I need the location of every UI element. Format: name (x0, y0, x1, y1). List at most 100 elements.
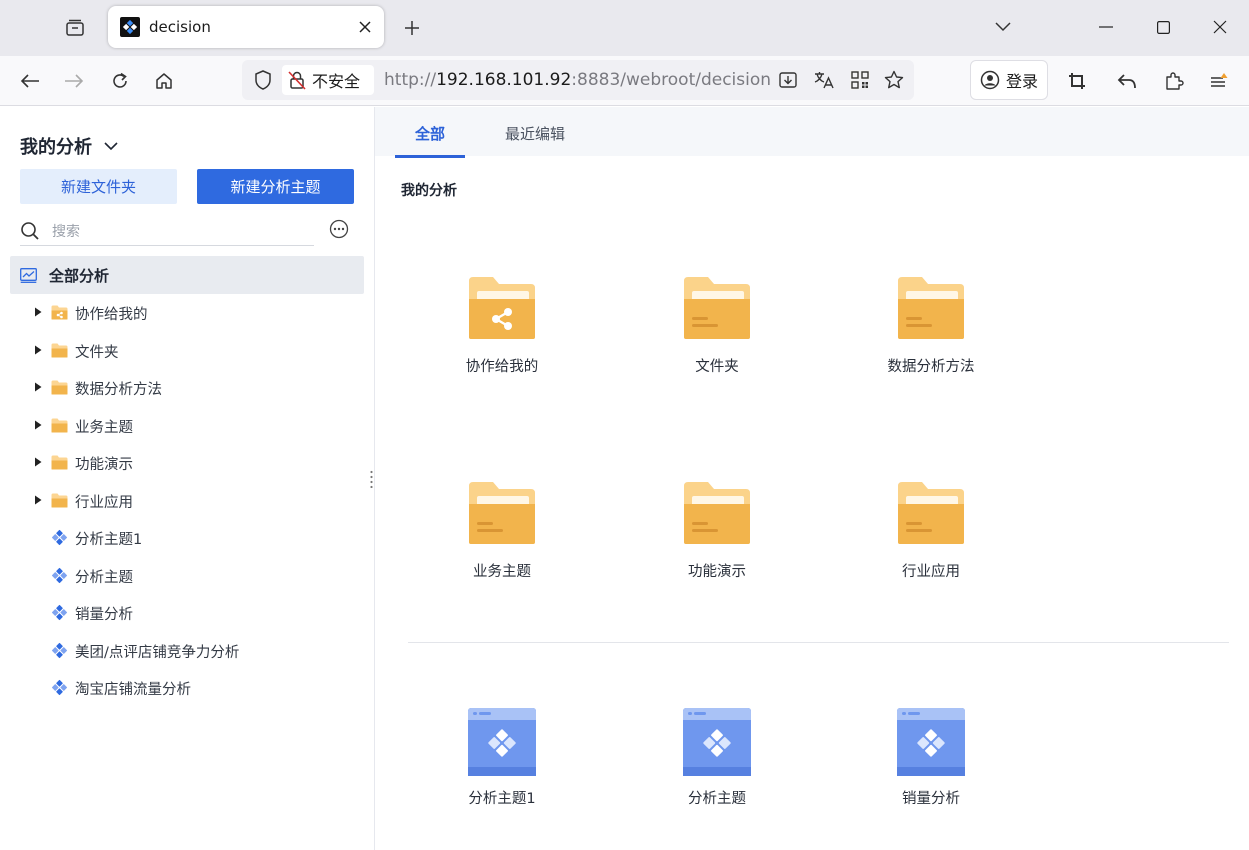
folder-card[interactable]: 数据分析方法 (841, 275, 1021, 395)
tree-root-label: 全部分析 (49, 266, 110, 285)
reload-icon[interactable] (104, 65, 136, 97)
card-label: 功能演示 (688, 564, 746, 580)
undo-arrow-icon[interactable] (1111, 65, 1143, 97)
more-options-icon[interactable] (329, 219, 349, 239)
section-title: 我的分析 (401, 183, 457, 199)
url-path: :8883/webroot/decision/v1 (571, 70, 770, 90)
expand-arrow-icon[interactable] (34, 495, 42, 505)
sidebar-tree-item-label: 销量分析 (75, 607, 133, 623)
folder-icon (51, 418, 68, 433)
sidebar-tree-item-label: 行业应用 (75, 494, 133, 511)
folder-card[interactable]: 文件夹 (627, 275, 807, 395)
new-analysis-theme-button[interactable]: 新建分析主题 (197, 169, 354, 204)
extensions-puzzle-icon[interactable] (1158, 65, 1190, 97)
sidebar-tree-item[interactable]: 淘宝店铺流量分析 (0, 669, 374, 706)
chevron-down-icon[interactable] (985, 10, 1021, 44)
analysis-theme-icon (51, 529, 68, 546)
analysis-chart-icon (20, 267, 37, 283)
sidebar-tree-item[interactable]: 分析主题 (0, 557, 374, 594)
translate-icon[interactable] (810, 66, 838, 94)
sidebar-tree-item-label: 美团/点评店铺竞争力分析 (75, 644, 240, 661)
download-icon[interactable] (774, 66, 802, 94)
login-button[interactable]: 登录 (970, 60, 1048, 100)
close-window-icon[interactable] (1202, 10, 1238, 44)
url-scheme: http:// (384, 70, 437, 90)
back-arrow-icon[interactable] (14, 65, 46, 97)
sidebar-tree-item[interactable]: 文件夹 (0, 332, 374, 369)
analysis-theme-icon (51, 604, 68, 621)
new-folder-button[interactable]: 新建文件夹 (20, 169, 177, 204)
expand-arrow-icon[interactable] (34, 420, 42, 430)
home-icon[interactable] (148, 65, 180, 97)
card-label: 销量分析 (902, 791, 960, 807)
sidebar-tree-item[interactable]: 数据分析方法 (0, 369, 374, 406)
folder-icon (896, 480, 966, 546)
sidebar-tree-item[interactable]: 协作给我的 (0, 294, 374, 331)
sidebar-tree-item-label: 协作给我的 (75, 307, 148, 323)
sidebar: 我的分析 新建文件夹 新建分析主题 搜索 全部分析 协作给我的文件夹数据分析方法… (0, 107, 375, 850)
analysis-theme-icon (51, 567, 68, 584)
sidebar-tree-item[interactable]: 美团/点评店铺竞争力分析 (0, 632, 374, 669)
sidebar-tree-item-label: 业务主题 (75, 419, 133, 436)
folder-icon (51, 455, 68, 470)
sidebar-title[interactable]: 我的分析 (20, 133, 118, 159)
folder-card[interactable]: 功能演示 (627, 480, 807, 600)
minimize-icon[interactable] (1088, 10, 1124, 44)
tree-root-all-analysis[interactable]: 全部分析 (10, 256, 364, 294)
insecure-connection-badge[interactable]: 不安全 (282, 65, 374, 95)
expand-arrow-icon[interactable] (34, 457, 42, 467)
address-bar[interactable]: 不安全 http://192.168.101.92:8883/webroot/d… (242, 60, 914, 100)
tab-list-icon[interactable] (58, 14, 92, 42)
tab-all[interactable]: 全部 (395, 107, 465, 159)
browser-tab[interactable]: decision (108, 6, 384, 48)
folder-card[interactable]: 行业应用 (841, 480, 1021, 600)
analysis-theme-card[interactable]: 销量分析 (841, 707, 1021, 827)
chevron-down-icon (104, 141, 118, 150)
card-label: 数据分析方法 (887, 359, 975, 375)
analysis-theme-icon (51, 679, 68, 696)
search-box[interactable]: 搜索 (20, 216, 314, 246)
folder-icon (51, 493, 68, 508)
url-text[interactable]: http://192.168.101.92:8883/webroot/decis… (384, 70, 770, 90)
search-input[interactable]: 搜索 (52, 221, 80, 241)
card-label: 文件夹 (695, 359, 739, 375)
analysis-theme-card[interactable]: 分析主题1 (412, 707, 592, 827)
new-tab-plus-icon[interactable] (398, 14, 426, 42)
sidebar-tree-item[interactable]: 功能演示 (0, 444, 374, 481)
card-label: 分析主题 (688, 791, 746, 807)
main-content: 全部 最近编辑 我的分析 协作给我的 文件夹 数据分析方法业务主题 功能演示 行业应用分… (375, 107, 1249, 850)
analysis-theme-card[interactable]: 分析主题 (627, 707, 807, 827)
browser-nav-bar: 不安全 http://192.168.101.92:8883/webroot/d… (0, 56, 1249, 106)
folder-icon (896, 275, 966, 341)
browser-tab-bar: decision (0, 0, 1249, 56)
card-label: 协作给我的 (465, 359, 539, 375)
analysis-theme-icon (682, 707, 752, 777)
sidebar-tree-item-label: 淘宝店铺流量分析 (75, 682, 191, 698)
sidebar-tree-item-label: 数据分析方法 (75, 382, 162, 398)
folder-card[interactable]: 协作给我的 (412, 275, 592, 395)
maximize-icon[interactable] (1145, 10, 1181, 44)
close-tab-icon[interactable] (352, 14, 378, 40)
insecure-lock-icon (288, 71, 306, 90)
sidebar-tree-item[interactable]: 分析主题1 (0, 519, 374, 556)
search-icon (21, 221, 39, 240)
forward-arrow-icon[interactable] (58, 65, 90, 97)
expand-arrow-icon[interactable] (34, 382, 42, 392)
app-menu-icon[interactable] (1203, 65, 1235, 97)
expand-arrow-icon[interactable] (34, 307, 42, 317)
sidebar-tree-item-label: 分析主题 (75, 569, 133, 586)
sidebar-tree-item[interactable]: 销量分析 (0, 594, 374, 631)
sidebar-tree-item[interactable]: 业务主题 (0, 407, 374, 444)
app-favicon-icon (120, 17, 140, 37)
qr-code-icon[interactable] (846, 66, 874, 94)
folder-card[interactable]: 业务主题 (412, 480, 592, 600)
tab-recently-edited[interactable]: 最近编辑 (493, 107, 577, 159)
screenshot-crop-icon[interactable] (1061, 65, 1093, 97)
sidebar-tree-item-label: 分析主题1 (75, 532, 143, 548)
bookmark-star-icon[interactable] (880, 66, 908, 94)
shield-icon[interactable] (248, 65, 278, 95)
sidebar-tree-item[interactable]: 行业应用 (0, 482, 374, 519)
expand-arrow-icon[interactable] (34, 345, 42, 355)
shared-folder-icon (467, 275, 537, 341)
shared-folder-icon (51, 305, 68, 320)
